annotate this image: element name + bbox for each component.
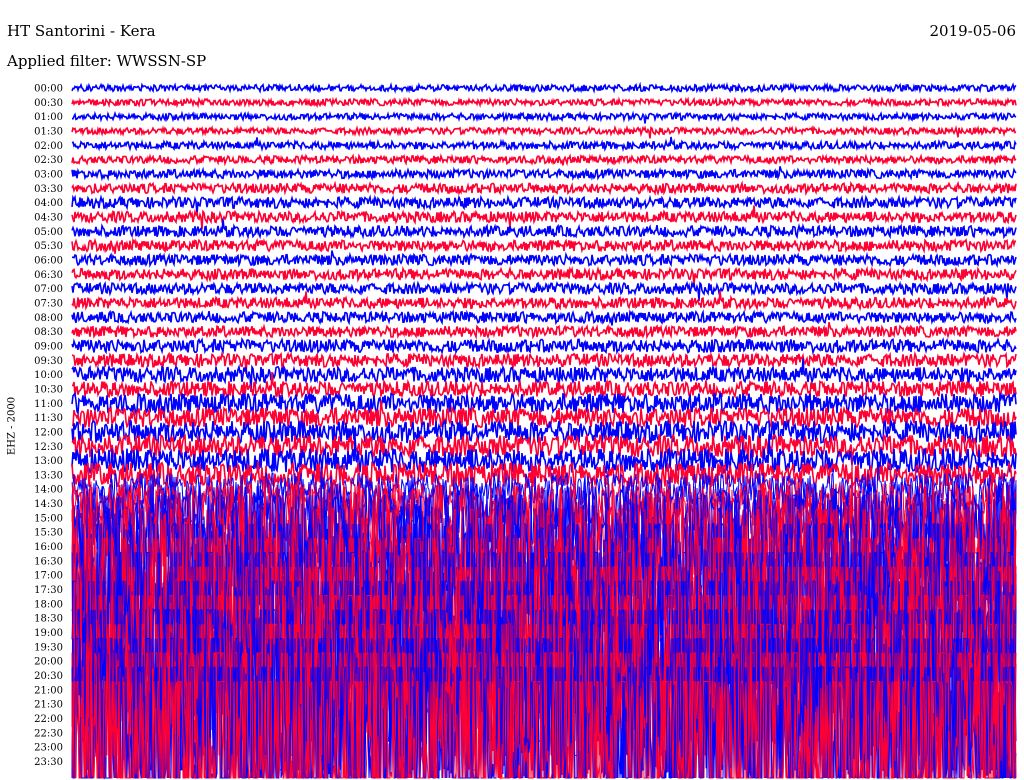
row-time-label: 03:00 — [34, 169, 63, 180]
row-time-label: 23:00 — [34, 743, 63, 754]
row-time-label: 19:30 — [34, 642, 63, 653]
row-time-label: 10:00 — [34, 370, 63, 381]
row-time-label: 22:00 — [34, 714, 63, 725]
row-time-label: 09:00 — [34, 341, 63, 352]
row-time-label: 22:30 — [34, 728, 63, 739]
row-time-label: 20:00 — [34, 657, 63, 668]
row-time-label: 02:00 — [34, 141, 63, 152]
row-time-label: 07:30 — [34, 298, 63, 309]
row-time-label: 08:00 — [34, 313, 63, 324]
row-time-label: 04:30 — [34, 212, 63, 223]
trace-row — [71, 136, 1017, 153]
row-time-label: 05:30 — [34, 241, 63, 252]
trace-row — [71, 166, 1017, 182]
row-time-label: 08:30 — [34, 327, 63, 338]
row-time-label: 15:00 — [34, 513, 63, 524]
row-time-label: 20:30 — [34, 671, 63, 682]
row-time-label: 12:00 — [34, 427, 63, 438]
trace-row — [71, 152, 1017, 167]
row-time-label: 18:30 — [34, 614, 63, 625]
row-time-label: 21:00 — [34, 685, 63, 696]
seismogram-plot: 00:00 00:30 01:00 01:30 02:00 02:30 03:00 03:30… — [34, 81, 1017, 780]
trace-row — [71, 219, 1017, 240]
row-time-label: 16:30 — [34, 556, 63, 567]
row-time-label: 12:30 — [34, 442, 63, 453]
row-time-label: 11:00 — [34, 399, 63, 410]
row-time-label: 05:00 — [34, 227, 63, 238]
row-time-label: 11:30 — [34, 413, 63, 424]
trace-row — [71, 96, 1017, 109]
row-time-label: 02:30 — [34, 155, 63, 166]
trace-row — [71, 194, 1017, 215]
row-time-label: 04:00 — [34, 198, 63, 209]
row-time-label: 14:30 — [34, 499, 63, 510]
trace-row — [71, 205, 1017, 230]
row-time-label: 13:30 — [34, 470, 63, 481]
trace-row — [71, 180, 1017, 197]
row-time-label: 10:30 — [34, 384, 63, 395]
row-time-label: 13:00 — [34, 456, 63, 467]
row-time-label: 01:00 — [34, 112, 63, 123]
row-time-label: 21:30 — [34, 700, 63, 711]
row-time-label: 17:00 — [34, 571, 63, 582]
row-time-label: 09:30 — [34, 356, 63, 367]
trace-row — [71, 322, 1017, 340]
row-time-label: 23:30 — [34, 757, 63, 768]
row-time-label: 01:30 — [34, 126, 63, 137]
trace-row — [71, 110, 1017, 124]
row-time-label: 17:30 — [34, 585, 63, 596]
row-time-label: 06:30 — [34, 270, 63, 281]
trace-row — [71, 309, 1017, 326]
row-time-label: 19:00 — [34, 628, 63, 639]
row-time-label: 16:00 — [34, 542, 63, 553]
row-time-label: 07:00 — [34, 284, 63, 295]
row-time-label: 18:00 — [34, 599, 63, 610]
row-time-label: 00:00 — [34, 84, 63, 95]
trace-row — [71, 250, 1017, 269]
row-time-label: 00:30 — [34, 98, 63, 109]
row-time-label: 03:30 — [34, 184, 63, 195]
trace-row — [71, 81, 1017, 94]
trace-row — [71, 237, 1017, 254]
trace-row — [71, 336, 1017, 356]
row-time-label: 06:00 — [34, 255, 63, 266]
row-time-label: 15:30 — [34, 528, 63, 539]
row-time-label: 14:00 — [34, 485, 63, 496]
trace-row — [71, 124, 1017, 139]
